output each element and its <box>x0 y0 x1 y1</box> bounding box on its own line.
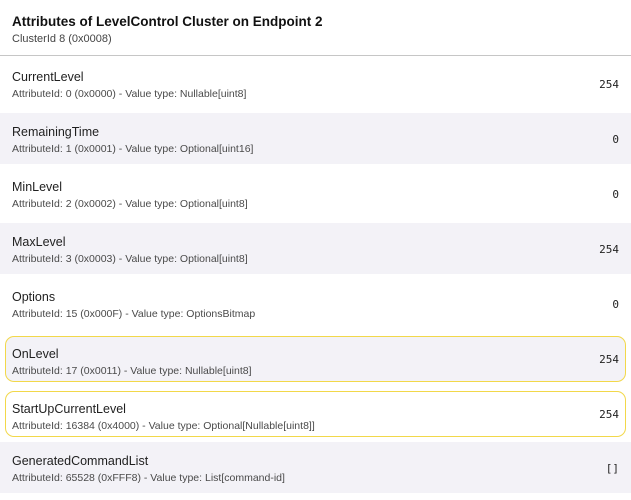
attribute-description: AttributeId: 1 (0x0001) - Value type: Op… <box>12 143 254 155</box>
attribute-name: StartUpCurrentLevel <box>12 402 126 416</box>
attribute-value: 254 <box>599 243 619 256</box>
attribute-name: MinLevel <box>12 180 63 194</box>
cluster-id-subtitle: ClusterId 8 (0x0008) <box>12 33 112 45</box>
attribute-name: RemainingTime <box>12 125 100 139</box>
attribute-value: 254 <box>599 408 619 421</box>
attribute-value: 0 <box>612 133 619 146</box>
attribute-row-remainingtime[interactable]: RemainingTime AttributeId: 1 (0x0001) - … <box>0 113 631 164</box>
attribute-name: GeneratedCommandList <box>12 454 149 468</box>
attribute-name: MaxLevel <box>12 235 66 249</box>
attribute-description: AttributeId: 16384 (0x4000) - Value type… <box>12 420 315 432</box>
cluster-header: Attributes of LevelControl Cluster on En… <box>0 0 631 56</box>
attribute-value: 254 <box>599 78 619 91</box>
attribute-description: AttributeId: 65528 (0xFFF8) - Value type… <box>12 472 285 484</box>
attribute-name: CurrentLevel <box>12 70 84 84</box>
attribute-name: OnLevel <box>12 347 59 361</box>
attribute-description: AttributeId: 15 (0x000F) - Value type: O… <box>12 308 256 320</box>
attribute-row-minlevel[interactable]: MinLevel AttributeId: 2 (0x0002) - Value… <box>0 168 631 219</box>
attribute-name: Options <box>12 290 56 304</box>
attribute-row-options[interactable]: Options AttributeId: 15 (0x000F) - Value… <box>0 278 631 329</box>
attribute-description: AttributeId: 2 (0x0002) - Value type: Op… <box>12 198 248 210</box>
attribute-row-startupcurrentlevel[interactable]: StartUpCurrentLevel AttributeId: 16384 (… <box>5 391 626 437</box>
attribute-description: AttributeId: 17 (0x0011) - Value type: N… <box>12 365 252 377</box>
attribute-value: 0 <box>612 298 619 311</box>
attribute-value: 0 <box>612 188 619 201</box>
attribute-value: 254 <box>599 353 619 366</box>
attribute-value: [] <box>605 462 619 475</box>
attribute-description: AttributeId: 0 (0x0000) - Value type: Nu… <box>12 88 247 100</box>
attribute-row-maxlevel[interactable]: MaxLevel AttributeId: 3 (0x0003) - Value… <box>0 223 631 274</box>
page-title: Attributes of LevelControl Cluster on En… <box>12 14 323 29</box>
attribute-row-currentlevel[interactable]: CurrentLevel AttributeId: 0 (0x0000) - V… <box>0 58 631 109</box>
attribute-row-onlevel[interactable]: OnLevel AttributeId: 17 (0x0011) - Value… <box>5 336 626 382</box>
attribute-row-generatedcommandlist[interactable]: GeneratedCommandList AttributeId: 65528 … <box>0 442 631 493</box>
attribute-description: AttributeId: 3 (0x0003) - Value type: Op… <box>12 253 248 265</box>
